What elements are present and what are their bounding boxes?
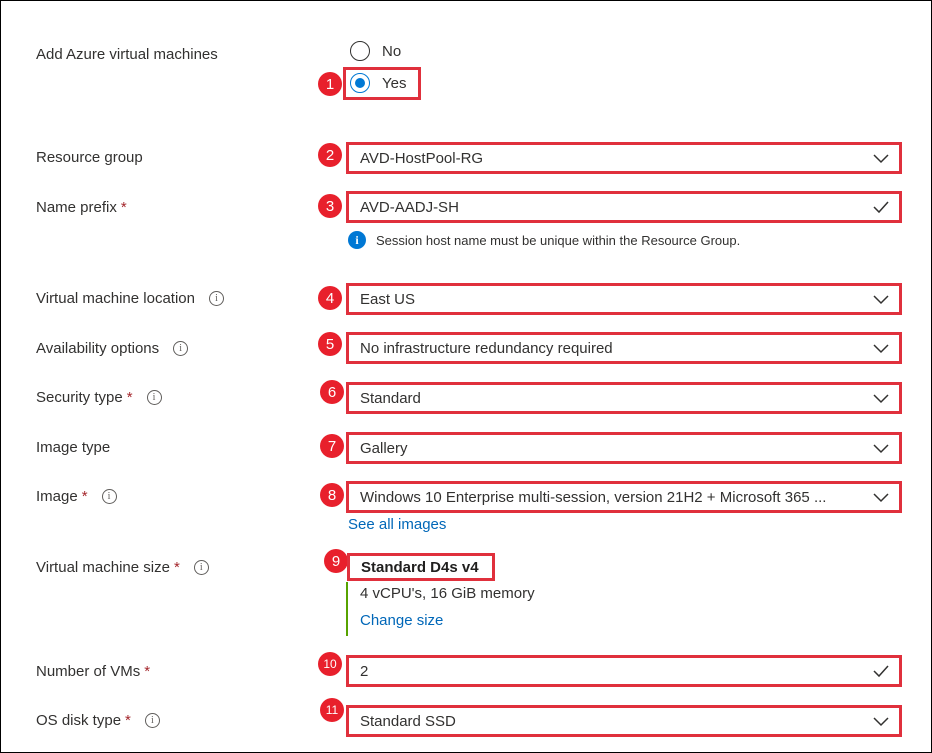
vm-location-dropdown[interactable]: East US — [346, 283, 902, 315]
info-icon[interactable]: i — [144, 713, 160, 728]
radio-yes[interactable]: Yes — [350, 73, 406, 93]
callout-badge-3: 3 — [318, 194, 342, 218]
availability-label: Availability options i — [36, 340, 189, 357]
radio-yes-label: Yes — [382, 74, 407, 92]
add-vms-label: Add Azure virtual machines — [36, 46, 218, 63]
radio-no[interactable]: No — [350, 41, 401, 61]
chevron-down-icon — [873, 444, 889, 454]
change-size-link[interactable]: Change size — [360, 612, 443, 629]
availability-label-text: Availability options — [36, 340, 160, 357]
info-icon[interactable]: i — [101, 489, 117, 504]
os-disk-label: OS disk type * i — [36, 712, 160, 729]
name-prefix-input[interactable]: AVD-AADJ-SH — [346, 191, 902, 223]
required-asterisk: * — [126, 389, 133, 406]
form-panel — [0, 0, 932, 753]
callout-badge-8: 8 — [320, 483, 344, 507]
name-prefix-hint: i Session host name must be unique withi… — [348, 231, 740, 249]
info-icon[interactable]: i — [208, 291, 224, 306]
checkmark-icon — [873, 665, 889, 678]
vm-location-label: Virtual machine location i — [36, 290, 224, 307]
image-label: Image * i — [36, 488, 117, 505]
security-type-dropdown[interactable]: Standard — [346, 382, 902, 414]
name-prefix-hint-text: Session host name must be unique within … — [376, 232, 741, 248]
required-asterisk: * — [144, 663, 151, 680]
security-type-value: Standard — [360, 389, 421, 407]
resource-group-dropdown[interactable]: AVD-HostPool-RG — [346, 142, 902, 174]
chevron-down-icon — [873, 717, 889, 727]
callout-badge-9: 9 — [324, 549, 348, 573]
callout-badge-7: 7 — [320, 434, 344, 458]
chevron-down-icon — [873, 154, 889, 164]
see-all-images-link[interactable]: See all images — [348, 516, 446, 533]
callout-badge-1: 1 — [318, 72, 342, 96]
callout-badge-6: 6 — [320, 380, 344, 404]
required-asterisk: * — [120, 199, 127, 216]
os-disk-label-text: OS disk type — [36, 712, 122, 729]
vm-size-label: Virtual machine size * i — [36, 559, 209, 576]
availability-dropdown[interactable]: No infrastructure redundancy required — [346, 332, 902, 364]
radio-no-label: No — [382, 42, 402, 60]
vm-location-label-text: Virtual machine location — [36, 290, 195, 307]
info-icon[interactable]: i — [173, 341, 189, 356]
vm-size-value: Standard D4s v4 — [347, 553, 495, 581]
callout-badge-4: 4 — [318, 286, 342, 310]
image-label-text: Image — [36, 488, 78, 505]
name-prefix-label-text: Name prefix — [36, 199, 117, 216]
image-value: Windows 10 Enterprise multi-session, ver… — [360, 488, 827, 506]
num-vms-input[interactable]: 2 — [346, 655, 902, 687]
image-type-dropdown[interactable]: Gallery — [346, 432, 902, 464]
info-filled-icon: i — [348, 231, 366, 249]
callout-badge-5: 5 — [318, 332, 342, 356]
info-icon[interactable]: i — [193, 560, 209, 575]
required-asterisk: * — [81, 488, 88, 505]
num-vms-label-text: Number of VMs — [36, 663, 141, 680]
callout-badge-2: 2 — [318, 143, 342, 167]
image-type-value: Gallery — [360, 439, 408, 457]
required-asterisk: * — [125, 712, 131, 729]
num-vms-value: 2 — [360, 662, 369, 680]
availability-value: No infrastructure redundancy required — [360, 339, 613, 357]
vm-location-value: East US — [360, 290, 416, 308]
image-type-label: Image type — [36, 439, 111, 456]
image-dropdown[interactable]: Windows 10 Enterprise multi-session, ver… — [346, 481, 902, 513]
name-prefix-label: Name prefix * — [36, 199, 127, 216]
resource-group-label: Resource group — [36, 149, 143, 166]
num-vms-label: Number of VMs * — [36, 663, 150, 680]
os-disk-value: Standard SSD — [360, 712, 456, 730]
security-type-label: Security type * i — [36, 389, 162, 406]
callout-badge-11: 11 — [320, 698, 344, 722]
security-type-label-text: Security type — [36, 389, 123, 406]
chevron-down-icon — [873, 295, 889, 305]
chevron-down-icon — [873, 394, 889, 404]
os-disk-dropdown[interactable]: Standard SSD — [346, 705, 902, 737]
chevron-down-icon — [873, 344, 889, 354]
required-asterisk: * — [173, 559, 180, 576]
callout-badge-10: 10 — [318, 652, 342, 676]
radio-no-circle[interactable] — [350, 41, 370, 61]
radio-yes-circle[interactable] — [350, 73, 370, 93]
checkmark-icon — [873, 201, 889, 214]
vm-size-spec: 4 vCPU's, 16 GiB memory — [360, 585, 535, 602]
info-icon[interactable]: i — [146, 390, 162, 405]
name-prefix-value: AVD-AADJ-SH — [360, 198, 459, 216]
vm-size-accent-bar — [346, 582, 348, 636]
vm-size-label-text: Virtual machine size — [36, 559, 170, 576]
resource-group-value: AVD-HostPool-RG — [360, 149, 484, 167]
chevron-down-icon — [873, 493, 889, 503]
